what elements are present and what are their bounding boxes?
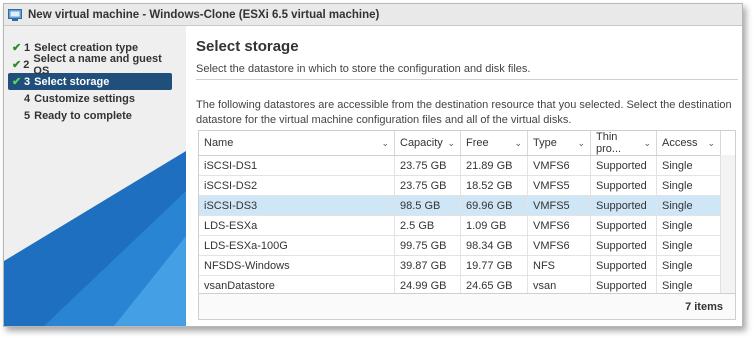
cell-capacity: 99.75 GB (395, 236, 461, 255)
datastore-table: Name ⌄ Capacity ⌄ Free ⌄ Type ⌄ Thin pro... ⌄… (198, 130, 736, 320)
cell-access: Single (657, 236, 721, 255)
cell-capacity: 98.5 GB (395, 196, 461, 215)
table-row[interactable]: LDS-ESXa 2.5 GB 1.09 GB VMFS6 Supported … (199, 216, 735, 236)
column-header-thin-provisioning[interactable]: Thin pro... ⌄ (591, 131, 657, 155)
cell-thin-provisioning: Supported (591, 216, 657, 235)
page-subtitle: Select the datastore in which to store t… (196, 63, 531, 75)
cell-capacity: 23.75 GB (395, 156, 461, 175)
cell-type: NFS (528, 256, 591, 275)
cell-access: Single (657, 196, 721, 215)
cell-name: NFSDS-Windows (199, 256, 395, 275)
chevron-down-icon[interactable]: ⌄ (577, 138, 585, 149)
step-number: 5 (24, 109, 31, 122)
table-footer: 7 items (199, 293, 735, 319)
cell-access: Single (657, 256, 721, 275)
cell-access: Single (657, 216, 721, 235)
column-header-capacity[interactable]: Capacity ⌄ (395, 131, 461, 155)
step-4[interactable]: 4 Customize settings (8, 90, 172, 107)
cell-access: Single (657, 176, 721, 195)
chevron-down-icon[interactable]: ⌄ (381, 138, 389, 149)
cell-type: VMFS5 (528, 196, 591, 215)
chevron-down-icon[interactable]: ⌄ (643, 138, 651, 149)
cell-name: iSCSI-DS1 (199, 156, 395, 175)
cell-name: iSCSI-DS2 (199, 176, 395, 195)
step-label: Customize settings (34, 92, 135, 105)
cell-access: Single (657, 156, 721, 175)
step-number: 2 (23, 58, 30, 71)
chevron-down-icon[interactable]: ⌄ (707, 138, 715, 149)
cell-thin-provisioning: Supported (591, 196, 657, 215)
step-2[interactable]: ✔ 2 Select a name and guest OS (8, 53, 172, 77)
check-icon: ✔ (12, 59, 22, 71)
column-header-type[interactable]: Type ⌄ (528, 131, 591, 155)
cell-thin-provisioning: Supported (591, 256, 657, 275)
divider (196, 79, 738, 80)
cell-thin-provisioning: Supported (591, 236, 657, 255)
cell-capacity: 2.5 GB (395, 216, 461, 235)
chevron-down-icon[interactable]: ⌄ (447, 138, 455, 149)
cell-free: 19.77 GB (461, 256, 528, 275)
column-header-name[interactable]: Name ⌄ (199, 131, 395, 155)
wizard-sidebar: ✔ 1 Select creation type ✔ 2 Select a na… (4, 26, 186, 326)
cell-free: 98.34 GB (461, 236, 528, 255)
column-header-access[interactable]: Access ⌄ (657, 131, 721, 155)
table-row[interactable]: iSCSI-DS1 23.75 GB 21.89 GB VMFS6 Suppor… (199, 156, 735, 176)
window-title: New virtual machine - Windows-Clone (ESX… (28, 8, 380, 21)
step-label: Select a name and guest OS (33, 52, 162, 77)
item-count: 7 items (685, 300, 723, 313)
cell-type: VMFS5 (528, 176, 591, 195)
cell-name: LDS-ESXa (199, 216, 395, 235)
page-description: The following datastores are accessible … (196, 99, 732, 126)
step-label: Ready to complete (34, 109, 132, 122)
table-row[interactable]: NFSDS-Windows 39.87 GB 19.77 GB NFS Supp… (199, 256, 735, 276)
main-panel: Select storage Select the datastore in w… (194, 26, 742, 326)
step-number: 1 (24, 41, 31, 54)
cell-free: 69.96 GB (461, 196, 528, 215)
table-header: Name ⌄ Capacity ⌄ Free ⌄ Type ⌄ Thin pro... ⌄… (199, 131, 735, 156)
cell-free: 18.52 GB (461, 176, 528, 195)
step-5[interactable]: 5 Ready to complete (8, 107, 172, 124)
cell-type: VMFS6 (528, 216, 591, 235)
column-header-free[interactable]: Free ⌄ (461, 131, 528, 155)
cell-type: VMFS6 (528, 236, 591, 255)
cell-name: LDS-ESXa-100G (199, 236, 395, 255)
cell-free: 21.89 GB (461, 156, 528, 175)
page-title: Select storage (196, 38, 299, 55)
check-icon: ✔ (12, 42, 22, 54)
check-icon: ✔ (12, 76, 22, 88)
cell-thin-provisioning: Supported (591, 176, 657, 195)
wizard-steps: ✔ 1 Select creation type ✔ 2 Select a na… (4, 26, 186, 124)
table-scrollbar[interactable] (720, 155, 735, 295)
cell-type: VMFS6 (528, 156, 591, 175)
cell-thin-provisioning: Supported (591, 156, 657, 175)
cell-capacity: 39.87 GB (395, 256, 461, 275)
table-row[interactable]: iSCSI-DS2 23.75 GB 18.52 GB VMFS5 Suppor… (199, 176, 735, 196)
step-label: Select storage (34, 75, 110, 88)
chevron-down-icon[interactable]: ⌄ (514, 138, 522, 149)
vm-icon (8, 8, 22, 21)
step-number: 3 (24, 75, 31, 88)
cell-free: 1.09 GB (461, 216, 528, 235)
cell-capacity: 23.75 GB (395, 176, 461, 195)
step-number: 4 (24, 92, 31, 105)
cell-name: iSCSI-DS3 (199, 196, 395, 215)
wizard-window: New virtual machine - Windows-Clone (ESX… (3, 3, 743, 327)
table-row-selected[interactable]: iSCSI-DS3 98.5 GB 69.96 GB VMFS5 Support… (199, 196, 735, 216)
title-bar: New virtual machine - Windows-Clone (ESX… (4, 4, 742, 26)
table-row[interactable]: LDS-ESXa-100G 99.75 GB 98.34 GB VMFS6 Su… (199, 236, 735, 256)
